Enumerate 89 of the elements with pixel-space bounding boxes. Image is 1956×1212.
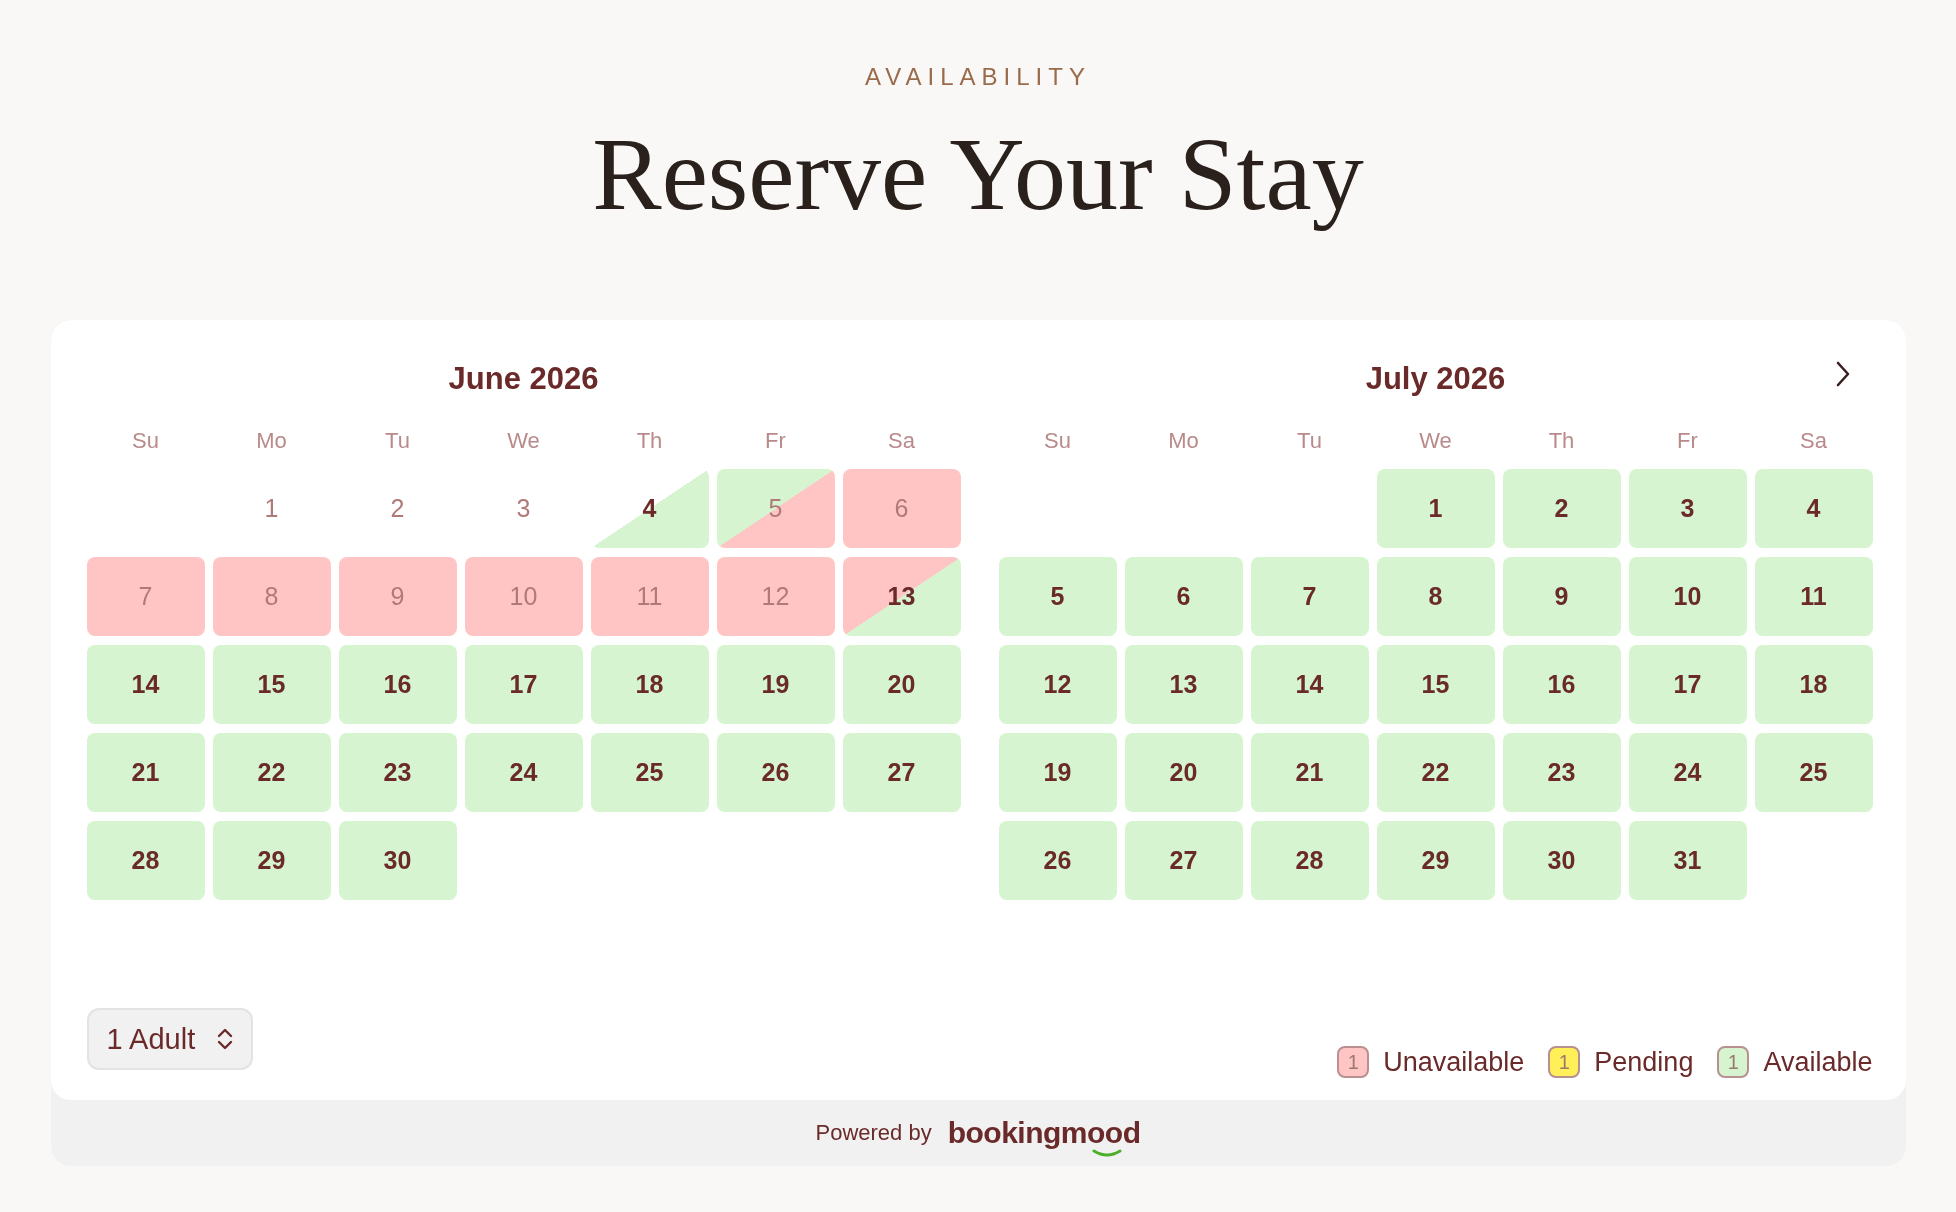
- calendar-day[interactable]: 13: [842, 557, 961, 636]
- calendar-day[interactable]: 19: [998, 733, 1117, 812]
- page-title: Reserve Your Stay: [592, 115, 1364, 233]
- smile-icon: [1092, 1149, 1123, 1158]
- calendar-day[interactable]: 23: [1502, 733, 1621, 812]
- calendar-day: 1: [212, 469, 331, 548]
- calendar-day[interactable]: 23: [338, 733, 457, 812]
- calendar-day[interactable]: 28: [1250, 821, 1369, 900]
- calendar-day[interactable]: 25: [1754, 733, 1873, 812]
- calendar-day[interactable]: 18: [1754, 645, 1873, 724]
- calendar-day[interactable]: 30: [338, 821, 457, 900]
- calendar-day[interactable]: 8: [1376, 557, 1495, 636]
- calendar-day[interactable]: 20: [842, 645, 961, 724]
- weekday-label: Su: [131, 427, 160, 455]
- calendar-day[interactable]: 20: [1124, 733, 1243, 812]
- calendar-day[interactable]: 19: [716, 645, 835, 724]
- weekday-label: We: [506, 427, 541, 455]
- calendar-day: 7: [86, 557, 205, 636]
- calendar-day[interactable]: 6: [1124, 557, 1243, 636]
- weekday-label: Th: [1547, 427, 1576, 455]
- powered-by-text: Powered by: [815, 1120, 932, 1146]
- guests-select[interactable]: 1 Adult: [86, 1008, 254, 1070]
- calendar-day[interactable]: 29: [1376, 821, 1495, 900]
- weekday-label: Fr: [764, 427, 787, 455]
- weekday-label: Tu: [1296, 427, 1323, 455]
- month-title: June 2026: [448, 361, 599, 397]
- calendar-day[interactable]: 27: [842, 733, 961, 812]
- calendar-day: 10: [464, 557, 583, 636]
- legend-label: Unavailable: [1383, 1046, 1525, 1078]
- calendar-day[interactable]: 4: [1754, 469, 1873, 548]
- weekday-label: Su: [1043, 427, 1072, 455]
- weekday-label: Fr: [1676, 427, 1699, 455]
- calendar-day[interactable]: 14: [86, 645, 205, 724]
- calendar-day[interactable]: 24: [1628, 733, 1747, 812]
- weekday-label: Th: [635, 427, 664, 455]
- calendar-day[interactable]: 11: [1754, 557, 1873, 636]
- calendar-day[interactable]: 1: [1376, 469, 1495, 548]
- calendar-day[interactable]: 13: [1124, 645, 1243, 724]
- calendar-day: 2: [338, 469, 457, 548]
- calendar-day[interactable]: 17: [1628, 645, 1747, 724]
- weekday-label: Mo: [255, 427, 288, 455]
- calendar-day: 11: [590, 557, 709, 636]
- calendar-day[interactable]: 28: [86, 821, 205, 900]
- calendar-day[interactable]: 26: [716, 733, 835, 812]
- calendar-day[interactable]: 31: [1628, 821, 1747, 900]
- calendar-day: 6: [842, 469, 961, 548]
- calendar-day[interactable]: 30: [1502, 821, 1621, 900]
- calendar-day[interactable]: 2: [1502, 469, 1621, 548]
- calendar-day: 8: [212, 557, 331, 636]
- calendar-day[interactable]: 16: [338, 645, 457, 724]
- calendar-day[interactable]: 21: [86, 733, 205, 812]
- calendar-day[interactable]: 22: [1376, 733, 1495, 812]
- calendar-day[interactable]: 18: [590, 645, 709, 724]
- weekday-label: Tu: [384, 427, 411, 455]
- calendar-day: 9: [338, 557, 457, 636]
- weekday-label: Mo: [1167, 427, 1200, 455]
- weekday-label: Sa: [1799, 427, 1828, 455]
- calendar-day[interactable]: 27: [1124, 821, 1243, 900]
- calendar-day[interactable]: 25: [590, 733, 709, 812]
- calendar-day[interactable]: 12: [998, 645, 1117, 724]
- legend-swatch: 1: [1337, 1046, 1370, 1078]
- calendar-day[interactable]: 10: [1628, 557, 1747, 636]
- weekday-label: Sa: [887, 427, 916, 455]
- section-eyebrow: AVAILABILITY: [865, 62, 1091, 92]
- brand-logo[interactable]: bookingmood: [947, 1116, 1141, 1149]
- calendar-day[interactable]: 15: [1376, 645, 1495, 724]
- calendar-day[interactable]: 17: [464, 645, 583, 724]
- legend-label: Available: [1763, 1046, 1873, 1078]
- calendar-day[interactable]: 24: [464, 733, 583, 812]
- chevron-up-down-icon: [217, 1027, 234, 1051]
- weekday-label: We: [1418, 427, 1453, 455]
- calendar-day[interactable]: 3: [1628, 469, 1747, 548]
- calendar-day[interactable]: 26: [998, 821, 1117, 900]
- calendar-day: 3: [464, 469, 583, 548]
- calendar-day[interactable]: 21: [1250, 733, 1369, 812]
- calendar-day[interactable]: 7: [1250, 557, 1369, 636]
- legend-label: Pending: [1594, 1046, 1694, 1078]
- calendar-day[interactable]: 9: [1502, 557, 1621, 636]
- calendar-day[interactable]: 15: [212, 645, 331, 724]
- legend-swatch: 1: [1717, 1046, 1750, 1078]
- calendar-day[interactable]: 29: [212, 821, 331, 900]
- calendar-day[interactable]: 14: [1250, 645, 1369, 724]
- calendar-day[interactable]: 22: [212, 733, 331, 812]
- calendar-day: 12: [716, 557, 835, 636]
- calendar-day[interactable]: 16: [1502, 645, 1621, 724]
- legend-swatch: 1: [1548, 1046, 1581, 1078]
- calendar-day: 5: [716, 469, 835, 548]
- calendar-day[interactable]: 5: [998, 557, 1117, 636]
- month-title: July 2026: [1365, 361, 1506, 397]
